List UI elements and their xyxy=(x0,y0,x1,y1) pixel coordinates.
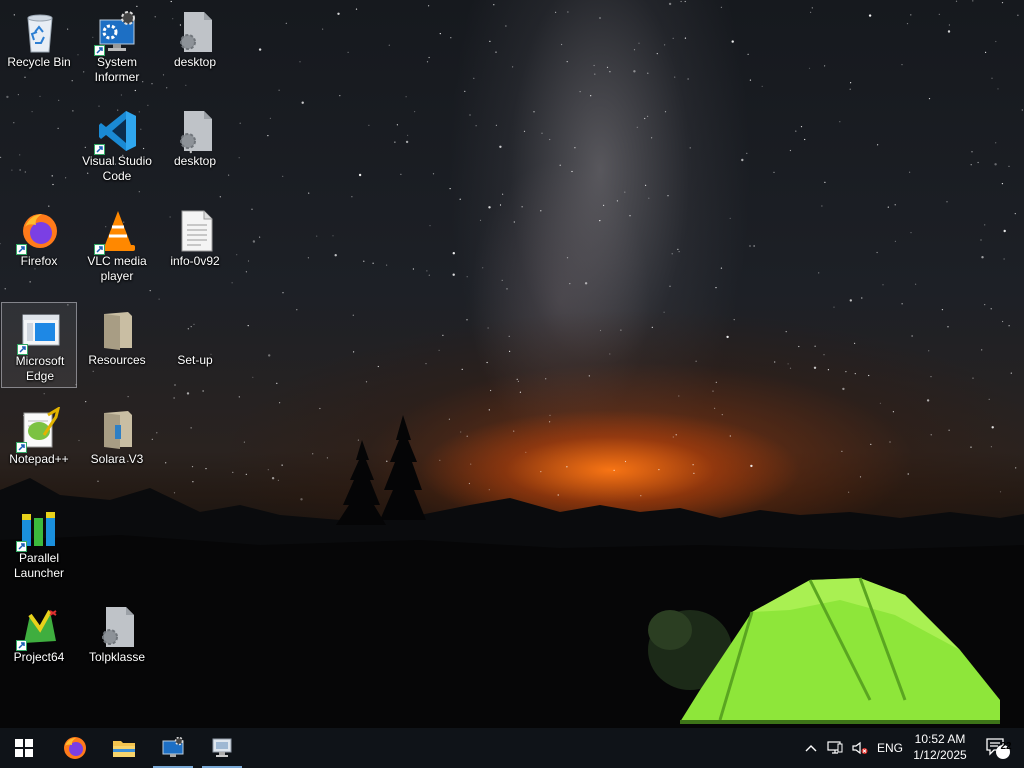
clock-date: 1/12/2025 xyxy=(913,748,967,762)
windows-start-icon xyxy=(15,739,33,757)
action-center-button[interactable]: 22 xyxy=(978,728,1018,768)
settings-file-icon xyxy=(98,605,138,649)
desktop-icon-label: Tolpklasse xyxy=(88,650,146,664)
vscode-icon xyxy=(94,109,138,155)
folder-icon xyxy=(113,741,135,757)
volume-tray-button[interactable] xyxy=(848,728,872,768)
firefox-icon xyxy=(64,737,86,759)
taskbar: ENG 10:52 AM 1/12/2025 22 xyxy=(0,728,1024,768)
project64-icon xyxy=(16,605,60,651)
desktop-icon-label: Microsoft Edge xyxy=(15,354,65,383)
solara-v3-folder[interactable]: Solara V3 xyxy=(79,401,155,487)
system-informer-icon xyxy=(94,10,138,56)
desktop-icon-label: Visual Studio Code xyxy=(82,154,152,183)
settings-file-icon xyxy=(176,109,216,153)
microsoft-edge-shortcut[interactable]: Microsoft Edge xyxy=(1,302,77,388)
desktop-icon-label: Project64 xyxy=(13,650,65,664)
taskbar-remote-desktop[interactable] xyxy=(198,728,246,768)
tolpklasse-file[interactable]: Tolpklasse xyxy=(79,599,155,685)
input-language[interactable]: ENG xyxy=(877,741,903,755)
desktop-icon-label: Resources xyxy=(88,353,146,367)
desktop-icon-label: VLC media player xyxy=(87,254,147,283)
notification-count-badge: 22 xyxy=(1000,741,1012,752)
taskbar-file-explorer[interactable] xyxy=(100,728,148,768)
show-hidden-icons-button[interactable] xyxy=(800,728,822,768)
recycle-bin-shortcut[interactable]: Recycle Bin xyxy=(1,4,77,90)
recycle-bin-icon xyxy=(20,10,60,54)
start-button[interactable] xyxy=(0,728,48,768)
folder-icon xyxy=(98,407,138,451)
parallel-launcher-icon xyxy=(16,506,60,552)
firefox-icon xyxy=(16,209,60,255)
desktop-icon-label: Notepad++ xyxy=(9,452,69,466)
chevron-up-icon xyxy=(805,745,817,752)
desktop-icon-label: Firefox xyxy=(20,254,58,268)
info-0v92-file[interactable]: info-0v92 xyxy=(157,203,233,289)
desktop-file-2[interactable]: desktop xyxy=(157,103,233,189)
firefox-shortcut[interactable]: Firefox xyxy=(1,203,77,289)
desktop-icon-label: desktop xyxy=(173,55,217,69)
desktop-icon-label: Set-up xyxy=(177,353,213,367)
network-icon xyxy=(827,741,843,754)
network-tray-button[interactable] xyxy=(823,728,847,768)
desktop-file-1[interactable]: desktop xyxy=(157,4,233,90)
clock-time: 10:52 AM xyxy=(914,732,966,746)
resources-folder[interactable]: Resources xyxy=(79,302,155,388)
desktop-icon-label: Solara V3 xyxy=(90,452,144,466)
blank-icon xyxy=(176,308,216,352)
desktop-icon-label: System Informer xyxy=(94,55,140,84)
edge-icon xyxy=(17,309,61,355)
vlc-shortcut[interactable]: VLC media player xyxy=(79,203,155,289)
folder-icon xyxy=(98,308,138,352)
parallel-launcher-shortcut[interactable]: Parallel Launcher xyxy=(1,500,77,586)
vscode-shortcut[interactable]: Visual Studio Code xyxy=(79,103,155,189)
desktop-icon-label: Recycle Bin xyxy=(7,55,71,69)
vlc-icon xyxy=(94,209,138,255)
text-file-icon xyxy=(176,209,216,253)
set-up-shortcut[interactable]: Set-up xyxy=(157,302,233,388)
taskbar-firefox[interactable] xyxy=(51,728,99,768)
taskbar-system-informer[interactable] xyxy=(149,728,197,768)
settings-file-icon xyxy=(176,10,216,54)
system-informer-icon xyxy=(162,737,184,757)
system-informer-shortcut[interactable]: System Informer xyxy=(79,4,155,90)
project64-shortcut[interactable]: Project64 xyxy=(1,599,77,685)
notepadpp-icon xyxy=(16,405,61,453)
remote-desktop-icon xyxy=(212,738,232,757)
desktop-icon-label: Parallel Launcher xyxy=(13,551,65,580)
desktop-icon-label: info-0v92 xyxy=(170,254,220,268)
volume-muted-icon xyxy=(852,741,868,755)
clock[interactable]: 10:52 AM 1/12/2025 xyxy=(906,731,974,763)
notepadpp-shortcut[interactable]: Notepad++ xyxy=(1,401,77,487)
desktop-icon-label: desktop xyxy=(173,154,217,168)
